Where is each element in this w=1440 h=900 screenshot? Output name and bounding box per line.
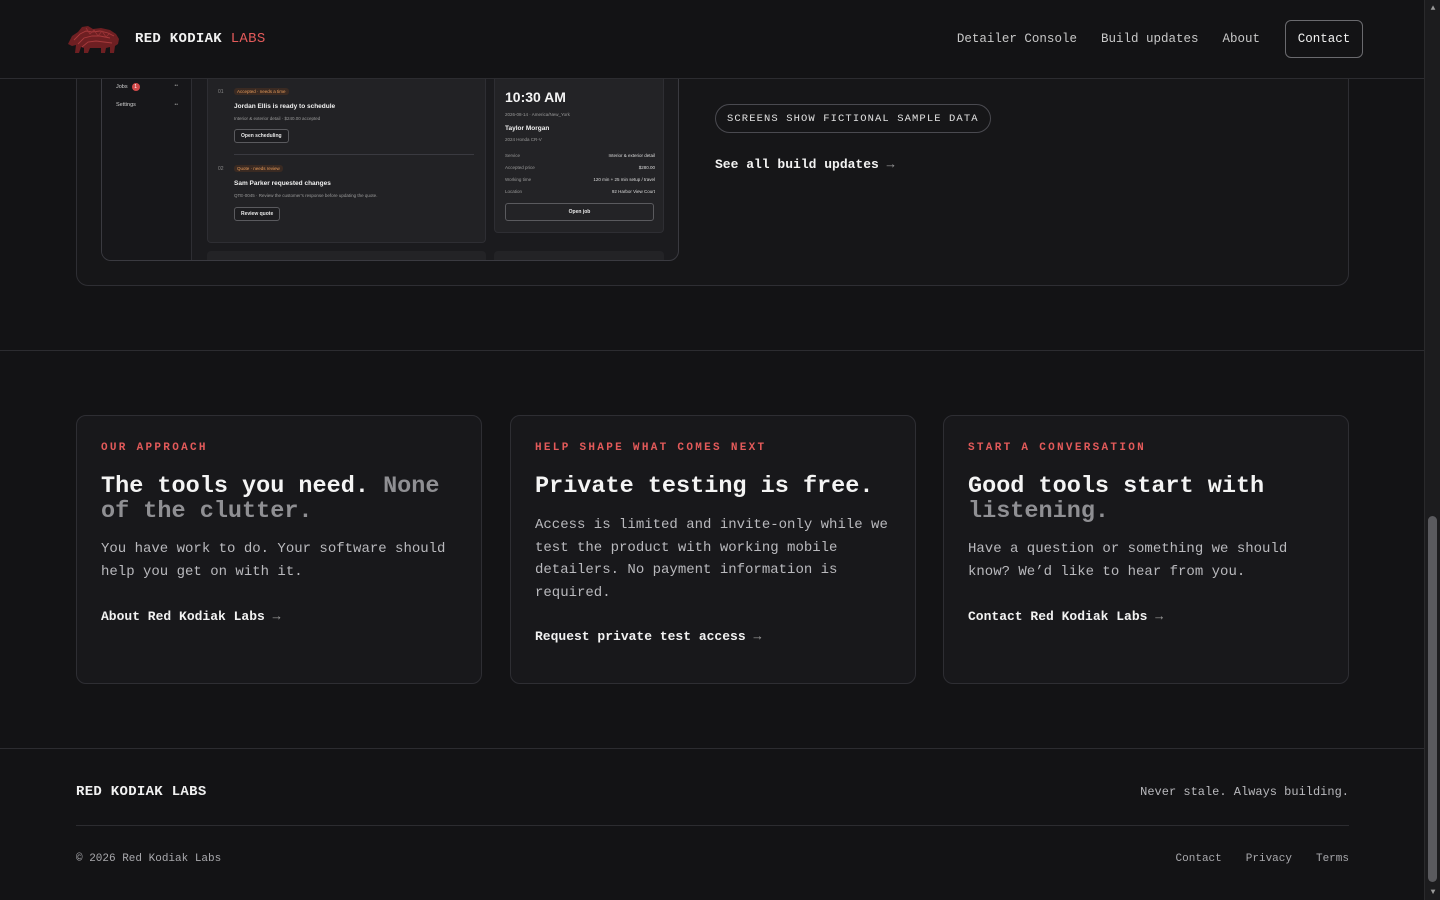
appointment-date: 2026-08-14 · America/New_York [505,112,570,117]
scrollbar-thumb[interactable] [1428,516,1437,882]
footer-divider [0,748,1424,749]
open-job-button: Open job [505,203,654,221]
card-body: Access is limited and invite-only while … [535,517,888,601]
footer-inner-divider [76,825,1349,826]
footer-links: Contact Privacy Terms [1152,853,1349,865]
brand-name: RED KODIAK LABS [135,31,266,47]
section-divider [0,350,1424,351]
footer-link-terms[interactable]: Terms [1316,853,1349,865]
card-body: You have work to do. Your software shoul… [101,541,446,580]
detail-field-value: Interior & exterior detail [608,153,655,158]
bear-logo-icon [68,26,119,53]
detail-field-value: 92 Harbor View Court [611,189,655,194]
app-preview-list-next [207,251,486,260]
contact-button[interactable]: Contact [1285,20,1363,58]
footer-link-privacy[interactable]: Privacy [1246,853,1292,865]
brand-logo-link[interactable]: RED KODIAK LABS [66,22,266,56]
status-tag: Quote · needs review [234,165,283,172]
nav-link-build-updates[interactable]: Build updates [1101,32,1199,46]
scroll-up-icon[interactable]: ▲ [1425,0,1440,16]
link-label: Contact Red Kodiak Labs [968,609,1148,624]
conversation-card: START A CONVERSATION Good tools start wi… [943,415,1349,684]
link-label: About Red Kodiak Labs [101,609,265,624]
main-nav: Detailer Console Build updates About Con… [933,20,1363,58]
arrow-right-icon: → [886,157,895,172]
detail-field-label: Accepted price [505,165,535,170]
detail-field-label: Working time [505,177,532,182]
detail-field: Working time 120 min + 25 min setup / tr… [505,177,655,182]
card-body: Have a question or something we should k… [968,541,1288,580]
app-preview-detail-next [494,251,664,260]
vehicle: 2024 Honda CR-V [505,137,542,142]
row-title: Jordan Ellis is ready to schedule [234,103,336,110]
sample-data-pill: SCREENS SHOW FICTIONAL SAMPLE DATA [715,104,991,133]
detail-field: Location 92 Harbor View Court [505,189,655,194]
card-title-main: Private testing is free. [535,473,874,500]
card-title-main: The tools you need. [101,473,369,500]
nav-link-about[interactable]: About [1222,32,1260,46]
card-title: The tools you need. None of the clutter. [101,474,471,524]
site-header: RED KODIAK LABS Detailer Console Build u… [0,0,1424,79]
sidebar-item-count: •• [174,83,178,89]
footer-link-contact[interactable]: Contact [1176,853,1222,865]
page-scrollbar[interactable]: ▲ ▼ [1424,0,1440,900]
open-scheduling-button: Open scheduling [234,129,289,143]
footer-brand[interactable]: RED KODIAK LABS [76,784,207,800]
card-title: Private testing is free. [535,474,905,499]
contact-link[interactable]: Contact Red Kodiak Labs → [968,609,1163,624]
notification-badge: 1 [131,83,140,91]
sidebar-item-jobs: Jobs 1 •• [116,83,178,91]
customer-name: Taylor Morgan [505,125,550,132]
status-tag: Accepted · needs a time [234,88,289,95]
detail-field-value: $280.00 [638,165,655,170]
detail-field-label: Location [505,189,523,194]
footer-tagline: Never stale. Always building. [1140,785,1349,799]
card-eyebrow: HELP SHAPE WHAT COMES NEXT [535,442,767,454]
row-index: 02 [218,166,224,172]
sidebar-item-count: •• [174,102,178,108]
request-access-link[interactable]: Request private test access → [535,629,761,644]
see-build-updates-link[interactable]: See all build updates → [715,157,894,172]
detail-field-label: Service [505,153,521,158]
detail-field: Service Interior & exterior detail [505,153,655,158]
page: Jobs 1 •• Settings •• 01 Accepted · needs… [0,0,1424,900]
row-subtitle: QTE-0045 · Review the customer's respons… [234,193,378,198]
row-subtitle: Interior & exterior detail · $240.00 acc… [234,116,321,121]
card-eyebrow: START A CONVERSATION [968,442,1147,454]
brand-name-main: RED KODIAK [135,31,223,47]
private-testing-card: HELP SHAPE WHAT COMES NEXT Private testi… [510,415,916,684]
review-quote-button: Review quote [234,207,281,221]
brand-name-accent: LABS [230,31,266,47]
card-title: Good tools start with listening. [968,474,1338,524]
link-label: See all build updates [715,157,879,172]
sidebar-item-settings: Settings •• [116,102,178,108]
row-divider [234,154,474,155]
about-link[interactable]: About Red Kodiak Labs → [101,609,280,624]
row-title: Sam Parker requested changes [234,180,331,187]
card-eyebrow: OUR APPROACH [101,442,208,454]
arrow-right-icon: → [753,629,762,644]
sidebar-item-label: Jobs [116,84,128,90]
arrow-right-icon: → [1155,609,1164,624]
arrow-right-icon: → [272,609,281,624]
row-index: 01 [218,89,224,95]
card-title-muted: listening. [968,498,1110,525]
nav-link-detailer-console[interactable]: Detailer Console [957,32,1077,46]
detail-field-value: 120 min + 25 min setup / travel [593,177,655,182]
detail-field: Accepted price $280.00 [505,165,655,170]
card-title-main: Good tools start with [968,473,1265,500]
scroll-down-icon[interactable]: ▼ [1425,884,1440,900]
sidebar-item-label: Settings [116,102,136,108]
appointment-time: 10:30 AM [505,89,566,105]
approach-card: OUR APPROACH The tools you need. None of… [76,415,482,684]
link-label: Request private test access [535,629,746,644]
copyright: © 2026 Red Kodiak Labs [76,853,222,865]
